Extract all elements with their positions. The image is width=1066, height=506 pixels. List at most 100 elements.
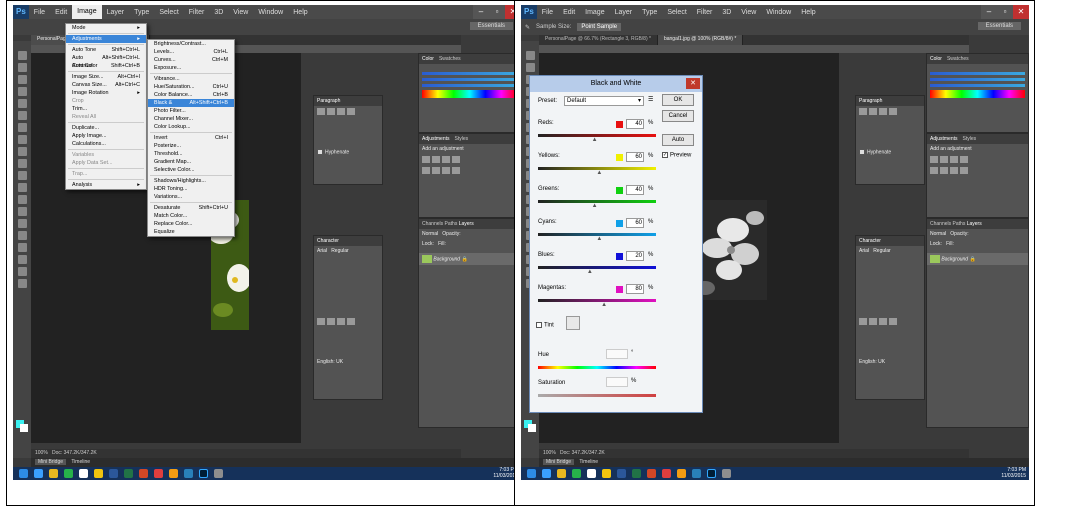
color-slider-g[interactable] xyxy=(930,78,1025,81)
healing-tool-icon[interactable] xyxy=(17,123,27,132)
color-slider-b[interactable] xyxy=(930,84,1025,87)
menu-item-desaturate[interactable]: Desaturate Shift+Ctrl+U xyxy=(148,204,234,212)
layers-tab[interactable]: Layers xyxy=(459,221,474,227)
maximize-icon[interactable]: ▫ xyxy=(997,5,1013,19)
bw-adjust-icon[interactable] xyxy=(960,167,968,174)
mini-bridge-tab[interactable]: Mini Bridge xyxy=(543,459,575,465)
menu-item-shadows-highlights[interactable]: Shadows/Highlights... xyxy=(148,177,234,185)
app-icon-red[interactable] xyxy=(154,469,163,478)
balance-adjust-icon[interactable] xyxy=(950,167,958,174)
blend-mode-select[interactable]: Normal xyxy=(930,231,946,237)
reds-slider-thumb[interactable]: ▲ xyxy=(592,137,598,143)
menu-help[interactable]: Help xyxy=(796,9,820,16)
sample-size-select[interactable]: Point Sample xyxy=(577,23,622,31)
menu-window[interactable]: Window xyxy=(761,9,796,16)
menu-item-levels[interactable]: Levels... Ctrl+L xyxy=(148,48,234,56)
menu-type[interactable]: Type xyxy=(637,9,662,16)
maximize-icon[interactable]: ▫ xyxy=(489,5,505,19)
swatches-tab[interactable]: Swatches xyxy=(947,56,969,62)
menu-item-adjustments[interactable]: Adjustments ▸ xyxy=(66,35,146,43)
marquee-tool-icon[interactable] xyxy=(525,63,535,72)
brush-tool-icon[interactable] xyxy=(17,135,27,144)
character-tab[interactable]: Character xyxy=(317,238,339,244)
menu-3d[interactable]: 3D xyxy=(209,9,228,16)
menu-item-canvas-size[interactable]: Canvas Size... Alt+Ctrl+C xyxy=(66,81,146,89)
curves-adjust-icon[interactable] xyxy=(442,156,450,163)
tint-color-swatch[interactable] xyxy=(566,316,580,330)
align-left-icon[interactable] xyxy=(317,108,325,115)
pen-tool-icon[interactable] xyxy=(17,219,27,228)
ie-icon[interactable] xyxy=(34,469,43,478)
menu-3d[interactable]: 3D xyxy=(717,9,736,16)
menu-item-posterize[interactable]: Posterize... xyxy=(148,142,234,150)
photoshop-task-icon[interactable] xyxy=(199,469,208,478)
word-icon[interactable] xyxy=(109,469,118,478)
tab-bangal-jpg[interactable]: bangal1.jpg @ 100% (RGB/8#) * xyxy=(657,35,744,45)
blend-mode-select[interactable]: Normal xyxy=(422,231,438,237)
menu-item-invert[interactable]: Invert Ctrl+I xyxy=(148,134,234,142)
menu-item-exposure[interactable]: Exposure... xyxy=(148,64,234,72)
color-slider-r[interactable] xyxy=(422,72,517,75)
shape-tool-icon[interactable] xyxy=(17,255,27,264)
blues-slider[interactable] xyxy=(538,266,656,269)
word-icon[interactable] xyxy=(617,469,626,478)
menu-item-selective-color[interactable]: Selective Color... xyxy=(148,166,234,174)
app-icon-yellow[interactable] xyxy=(94,469,103,478)
faux-bold-icon[interactable] xyxy=(859,318,867,325)
justify-icon[interactable] xyxy=(889,108,897,115)
swatches-tab[interactable]: Swatches xyxy=(439,56,461,62)
menu-item-auto-tone[interactable]: Auto Tone Shift+Ctrl+L xyxy=(66,46,146,54)
hue-field[interactable] xyxy=(606,349,628,359)
color-tab[interactable]: Color xyxy=(930,56,942,62)
font-family-field[interactable]: Arial xyxy=(859,248,869,254)
eraser-tool-icon[interactable] xyxy=(17,171,27,180)
layer-row-background[interactable]: Background 🔒 xyxy=(927,253,1028,265)
vibrance-adjust-icon[interactable] xyxy=(930,167,938,174)
color-tab[interactable]: Color xyxy=(422,56,434,62)
paragraph-tab[interactable]: Paragraph xyxy=(317,98,340,104)
menu-item-image-size[interactable]: Image Size... Alt+Ctrl+I xyxy=(66,73,146,81)
hue-adjust-icon[interactable] xyxy=(940,167,948,174)
menu-item-analysis[interactable]: Analysis ▸ xyxy=(66,181,146,189)
firefox-icon[interactable] xyxy=(677,469,686,478)
small-caps-icon[interactable] xyxy=(347,318,355,325)
menu-item-variations[interactable]: Variations... xyxy=(148,193,234,201)
cyans-slider-thumb[interactable]: ▲ xyxy=(596,236,602,242)
dialog-title-bar[interactable]: Black and White ✕ xyxy=(530,76,702,92)
menu-image[interactable]: Image xyxy=(580,9,609,16)
hyphenate-checkbox[interactable] xyxy=(859,149,865,155)
stamp-tool-icon[interactable] xyxy=(17,147,27,156)
tab-personal-page[interactable]: PersonalPage @ 66.7% (Rectangle 3, RGB/8… xyxy=(539,35,658,45)
blues-slider-thumb[interactable]: ▲ xyxy=(587,269,593,275)
styles-tab[interactable]: Styles xyxy=(963,136,977,142)
timeline-tab[interactable]: Timeline xyxy=(579,459,598,465)
menu-layer[interactable]: Layer xyxy=(610,9,638,16)
menu-help[interactable]: Help xyxy=(288,9,312,16)
layers-tab[interactable]: Layers xyxy=(967,221,982,227)
excel-icon[interactable] xyxy=(124,469,133,478)
menu-item-trim[interactable]: Trim... xyxy=(66,105,146,113)
menu-window[interactable]: Window xyxy=(253,9,288,16)
font-style-field[interactable]: Regular xyxy=(331,248,349,254)
channels-tab[interactable]: Channels xyxy=(422,221,443,227)
crop-tool-icon[interactable] xyxy=(17,99,27,108)
menu-select[interactable]: Select xyxy=(662,9,691,16)
cyans-value-field[interactable]: 60 xyxy=(626,218,644,228)
firefox-icon[interactable] xyxy=(169,469,178,478)
curves-adjust-icon[interactable] xyxy=(950,156,958,163)
menu-edit[interactable]: Edit xyxy=(50,9,72,16)
app-icon-gray[interactable] xyxy=(214,469,223,478)
saturation-slider[interactable] xyxy=(538,394,656,397)
yellows-slider-thumb[interactable]: ▲ xyxy=(596,170,602,176)
menu-item-color-balance[interactable]: Color Balance... Ctrl+B xyxy=(148,91,234,99)
menu-item-hue-saturation[interactable]: Hue/Saturation... Ctrl+U xyxy=(148,83,234,91)
dodge-tool-icon[interactable] xyxy=(17,207,27,216)
hand-tool-icon[interactable] xyxy=(17,267,27,276)
yellows-value-field[interactable]: 60 xyxy=(626,152,644,162)
close-icon[interactable]: ✕ xyxy=(1013,5,1029,19)
greens-value-field[interactable]: 40 xyxy=(626,185,644,195)
faux-italic-icon[interactable] xyxy=(869,318,877,325)
windows-start-icon[interactable] xyxy=(527,469,536,478)
align-right-icon[interactable] xyxy=(879,108,887,115)
menu-item-auto-contrast[interactable]: Auto Contrast Alt+Shift+Ctrl+L xyxy=(66,54,146,69)
